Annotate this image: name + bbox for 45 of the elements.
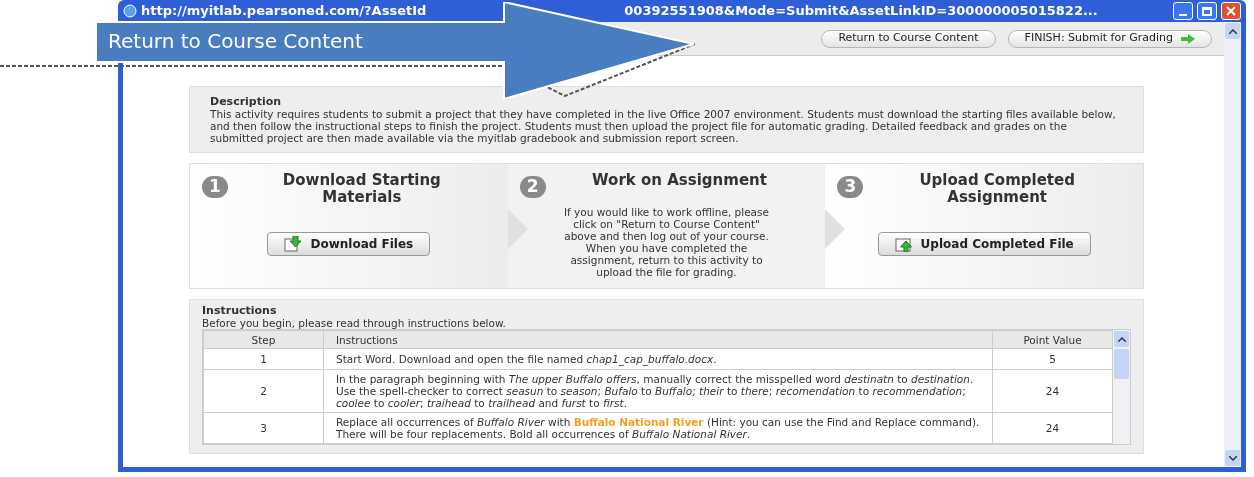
step-title: Work on Assignment [591,172,768,189]
scroll-down-icon [1228,455,1237,461]
close-button[interactable] [1221,2,1241,20]
scroll-up-icon [1228,28,1237,34]
table-cell: Replace all occurrences of Buffalo River with Buffalo National River (Hint: you can use the Find and Replace command). There will be four replacements. Bold all occurrences of Buffalo National River. [323,412,993,444]
table-cell: 2 [203,369,324,413]
scroll-thumb[interactable] [1114,349,1129,379]
arrow-right-icon [1181,33,1195,44]
column-header: Step [203,330,324,349]
step-number: 1 [202,176,228,198]
description-text: This activity requires students to submit a project that they have completed in the live Office 2007 environment. Students must download the starting files available below, and then follow the instructional steps to finish the project. Students must then upload the project file for automatic grading. Detailed feedback and grades on the submitted project are then made available via the myitlab gradebook and submission report screen. [210,108,1117,144]
instructions-heading: Instructions [202,304,278,317]
column-header: Instructions [323,330,993,349]
step-number: 2 [519,176,546,198]
column-header: Point Value [992,330,1113,349]
download-icon [284,236,303,252]
table-scrollbar[interactable] [1113,330,1130,444]
step-title: Upload Completed Assignment [918,172,1076,206]
table-cell: 24 [992,412,1113,444]
table-cell: Start Word. Download and open the file named chap1_cap_buffalo.docx. [323,348,993,370]
window-title: http://myitlab.pearsoned.com/?AssetId [141,2,427,21]
step-arrow-icon [825,209,846,249]
callout-label: Return to Course Content [108,30,363,52]
submit-button[interactable]: FINISH: Submit for Grading [1007,29,1212,48]
window-title: 00392551908&Mode=Submit&AssetLinkID=300000005015822... [624,2,1098,21]
maximize-button[interactable] [1197,2,1217,20]
page-icon [123,4,137,18]
download-files-button[interactable]: Download Files [267,232,431,256]
step-title: Download Starting Materials [281,172,442,206]
table-cell: 3 [203,412,324,444]
window-scrollbar[interactable] [1224,22,1241,467]
close-icon [1226,6,1236,16]
table-cell: 1 [203,348,324,370]
table-cell: 24 [992,369,1113,413]
step-number: 3 [837,176,864,198]
instructions-intro: Before you begin, please read through instructions below. [202,317,507,329]
minimize-button[interactable] [1173,2,1193,20]
upload-icon [894,236,913,252]
scroll-up-icon [1117,336,1126,342]
description-heading: Description [210,95,283,108]
upload-file-button[interactable]: Upload Completed File [877,232,1091,256]
return-button[interactable]: Return to Course Content [821,29,996,48]
table-cell: 5 [992,348,1113,370]
table-cell: In the paragraph beginning with The upper Buffalo offers, manually correct the misspelled word destinatn to destination. Use the spell-checker to correct seasun to season; Bufalo to Buffalo; their to there; recomendation to recommendation; coolee to cooler; traihead to trailhead and furst to first. [323,369,993,413]
step-note: If you would like to work offline, please click on "Return to Course Content" above and then log out of your course. When you have completed the assignment, return to this activity to upload the file for grading. [563,206,770,278]
